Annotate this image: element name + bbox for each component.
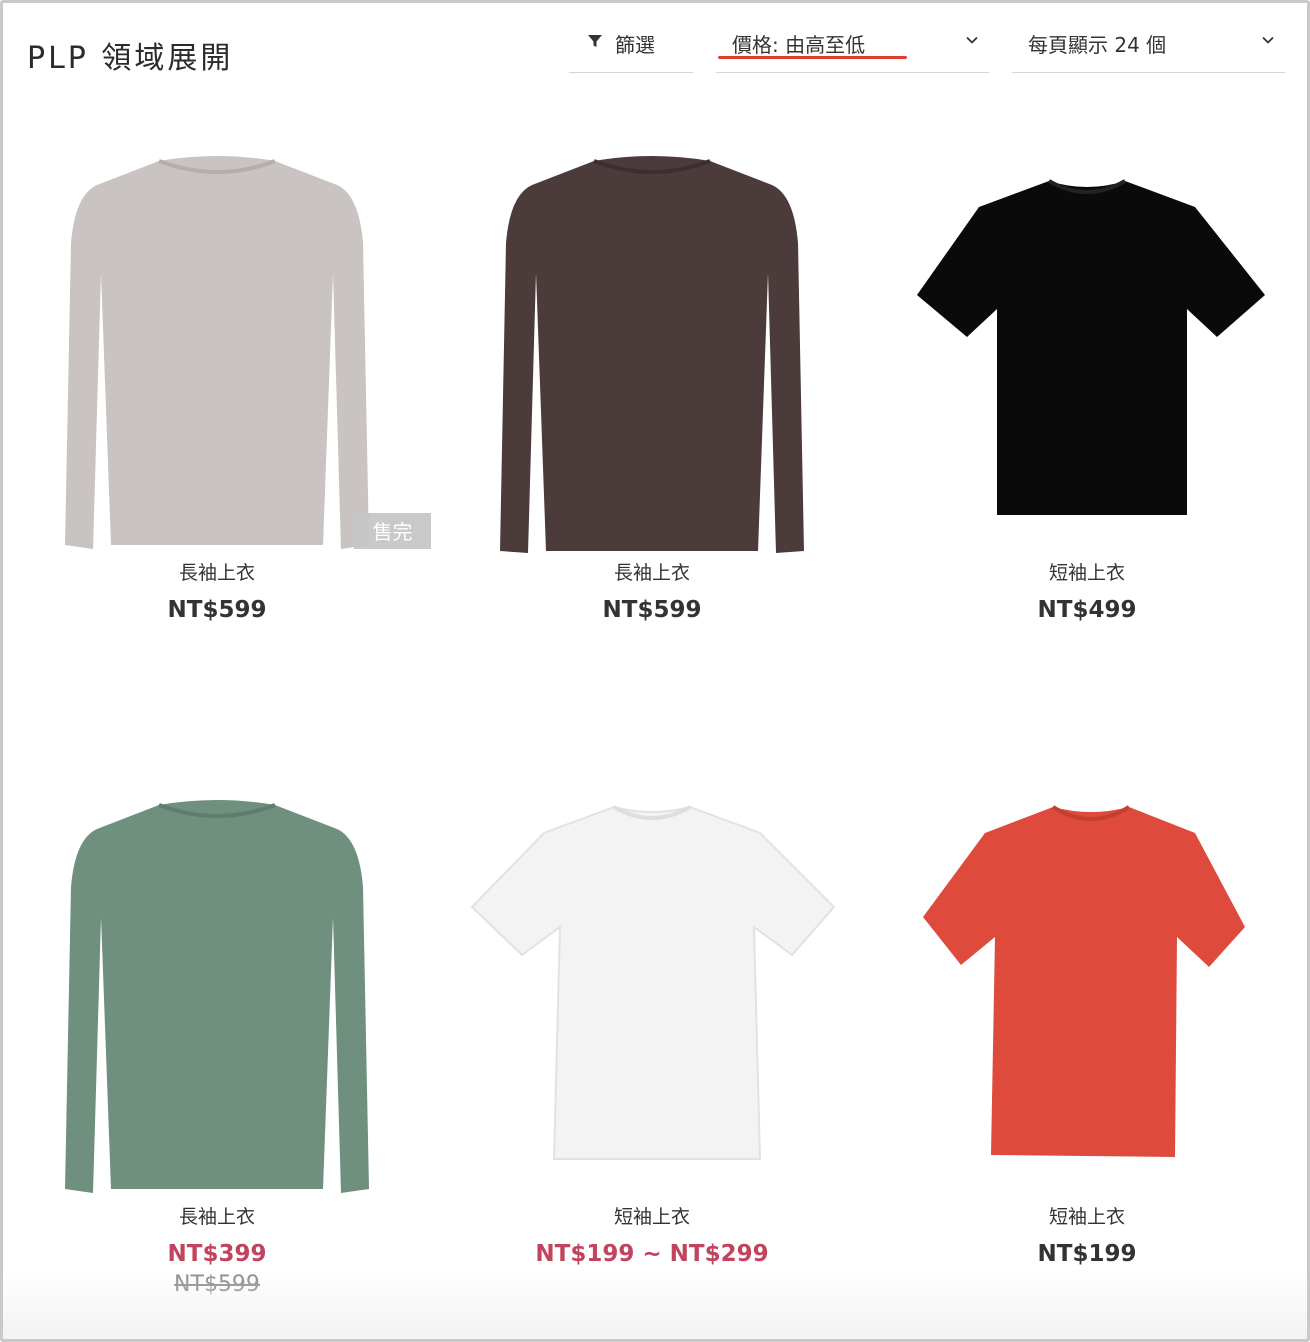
product-name: 短袖上衣 [1048,562,1125,584]
per-page-label: 每頁顯示 24 個 [1028,33,1167,57]
product-price: NT$199 [1037,1241,1137,1267]
product-sale-price: NT$199 ~ NT$299 [535,1241,769,1267]
product-name: 長袖上衣 [613,562,690,584]
sold-out-badge: 售完 [354,513,431,549]
product-image[interactable] [877,133,1297,553]
sort-select[interactable]: 價格: 由高至低 [716,23,989,73]
sort-label: 價格: 由高至低 [732,33,866,57]
product-sale-price: NT$399 [167,1241,267,1267]
product-card[interactable]: 長袖上衣 NT$399 NT$599 [7,777,427,1299]
product-image[interactable]: 售完 [7,133,431,553]
product-name: 短袖上衣 [613,1206,690,1228]
short-sleeve-shirt-image [470,805,836,1160]
product-name: 長袖上衣 [178,562,255,584]
product-card[interactable]: 短袖上衣 NT$199 [877,777,1297,1269]
long-sleeve-shirt-image [500,156,804,553]
chevron-down-icon [1262,36,1274,44]
product-original-price: NT$599 [174,1272,260,1297]
filter-button[interactable]: 篩選 [569,23,693,73]
product-card[interactable]: 售完 長袖上衣 NT$599 [7,133,431,625]
per-page-select[interactable]: 每頁顯示 24 個 [1012,23,1285,73]
chevron-down-icon [966,36,978,44]
product-name: 短袖上衣 [1048,1206,1125,1228]
long-sleeve-shirt-image [65,800,369,1193]
product-image[interactable] [7,777,427,1197]
short-sleeve-shirt-image [923,805,1245,1157]
product-name: 長袖上衣 [178,1206,255,1228]
product-image[interactable] [442,777,862,1197]
product-image[interactable] [877,777,1297,1197]
product-card[interactable]: 短袖上衣 NT$499 [877,133,1297,625]
long-sleeve-shirt-image [65,156,369,549]
product-card[interactable]: 長袖上衣 NT$599 [442,133,862,625]
filter-label: 篩選 [615,33,655,57]
page-frame: PLP 領域展開 篩選 價格: 由高至低 每頁顯示 24 個 售完 長袖上衣 N… [0,0,1310,1342]
product-price: NT$599 [167,597,267,623]
product-price: NT$599 [602,597,702,623]
page-title: PLP 領域展開 [27,41,234,76]
sort-active-underline [718,56,907,59]
product-card[interactable]: 短袖上衣 NT$199 ~ NT$299 [442,777,862,1269]
filter-icon [588,35,602,47]
product-price: NT$499 [1037,597,1137,623]
product-image[interactable] [442,133,862,553]
short-sleeve-shirt-image [917,179,1265,515]
